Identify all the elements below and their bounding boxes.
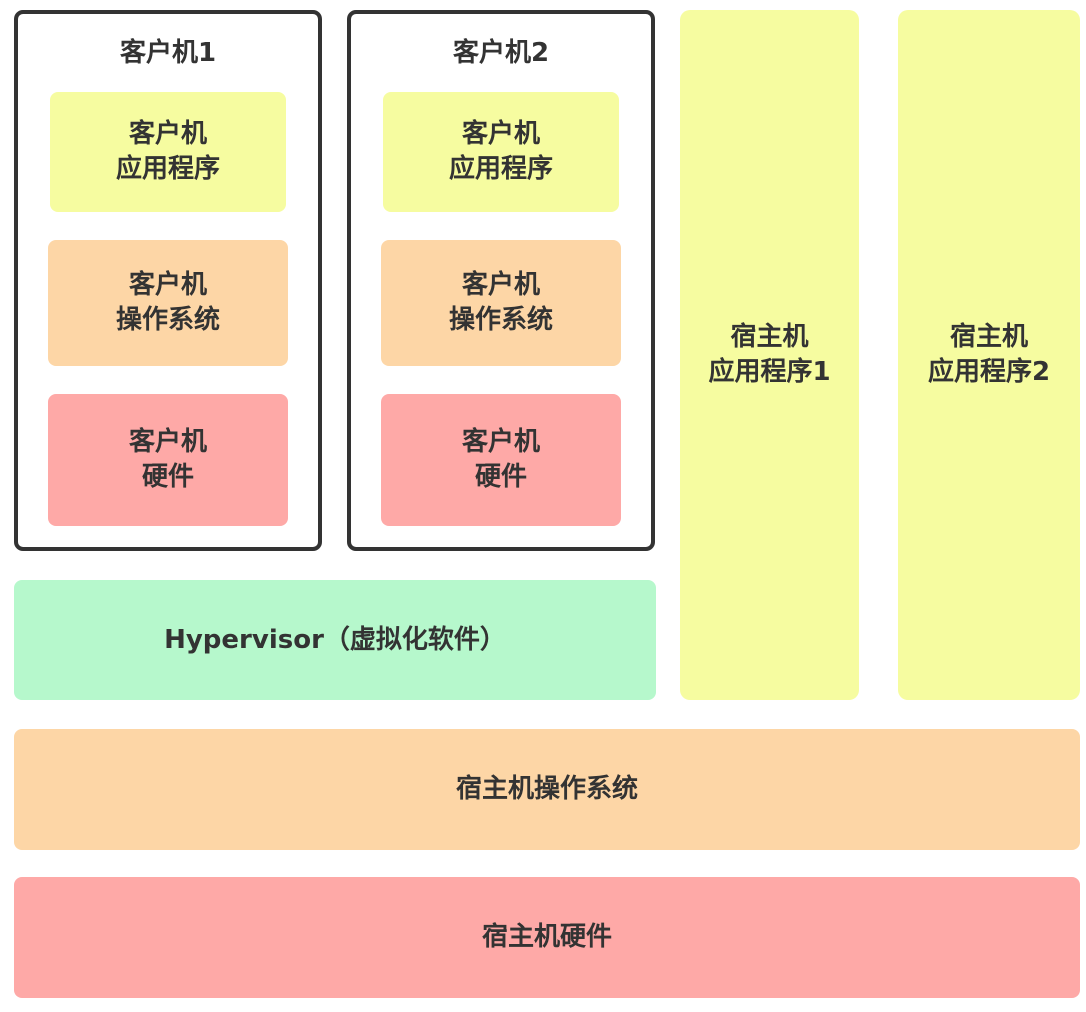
guest-2-hardware: 客户机 硬件 [381,394,621,526]
guest-1-application-line-1: 客户机 [128,119,207,149]
guest-1-hardware-line-2: 硬件 [141,462,194,492]
guest-1-os-line-1: 客户机 [128,270,207,300]
host-application-1-line-1: 宿主机 [730,322,809,352]
guest-1-os: 客户机 操作系统 [48,240,288,366]
guest-1-application-line-2: 应用程序 [115,154,220,184]
guest-2-os-line-2: 操作系统 [448,305,553,335]
guest-1-application: 客户机 应用程序 [50,92,286,212]
guest-1-hardware: 客户机 硬件 [48,394,288,526]
guest-2-os: 客户机 操作系统 [381,240,621,366]
hypervisor-layer: Hypervisor（虚拟化软件） [14,580,656,700]
host-application-1-line-2: 应用程序1 [708,357,831,387]
guest-2-application-line-2: 应用程序 [448,154,553,184]
guest-machine-2-title: 客户机2 [452,38,550,68]
guest-2-os-line-1: 客户机 [461,270,540,300]
host-application-2-line-2: 应用程序2 [927,357,1051,387]
guest-2-application: 客户机 应用程序 [383,92,619,212]
host-application-1: 宿主机 应用程序1 [680,10,859,700]
guest-2-application-line-1: 客户机 [461,119,540,149]
host-application-2: 宿主机 应用程序2 [898,10,1080,700]
host-hardware-layer: 宿主机硬件 [14,877,1080,998]
host-os-layer: 宿主机操作系统 [14,729,1080,850]
guest-2-hardware-line-2: 硬件 [474,462,527,492]
guest-machine-1-title: 客户机1 [119,38,217,68]
hypervisor-label: Hypervisor（虚拟化软件） [164,624,506,655]
host-hardware-label: 宿主机硬件 [481,922,612,952]
guest-2-hardware-line-1: 客户机 [461,427,540,457]
guest-1-os-line-2: 操作系统 [115,305,220,335]
host-application-2-line-1: 宿主机 [949,322,1028,352]
guest-1-hardware-line-1: 客户机 [128,427,207,457]
host-os-label: 宿主机操作系统 [455,774,638,804]
